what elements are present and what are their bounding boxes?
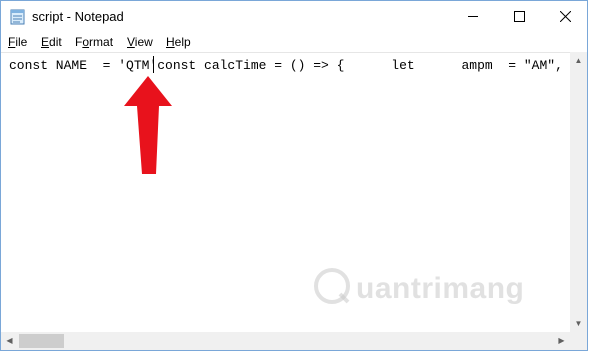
scroll-left-icon[interactable]: ◀ bbox=[1, 332, 18, 349]
minimize-button[interactable] bbox=[450, 1, 496, 32]
vertical-scrollbar[interactable]: ▲ ▼ bbox=[570, 52, 587, 332]
scroll-down-icon[interactable]: ▼ bbox=[570, 315, 587, 332]
close-button[interactable] bbox=[542, 1, 588, 32]
maximize-icon bbox=[513, 11, 525, 22]
red-arrow-annotation bbox=[120, 76, 172, 181]
menu-edit[interactable]: Edit bbox=[41, 35, 62, 49]
close-icon bbox=[559, 11, 571, 22]
watermark-text: uantrimang bbox=[356, 271, 525, 305]
menu-format[interactable]: Format bbox=[75, 35, 113, 49]
watermark-logo-icon bbox=[312, 266, 352, 311]
maximize-button[interactable] bbox=[496, 1, 542, 32]
notepad-icon bbox=[10, 8, 26, 25]
scroll-up-icon[interactable]: ▲ bbox=[570, 52, 587, 69]
scrollbar-corner bbox=[570, 332, 587, 350]
title-bar[interactable]: script - Notepad bbox=[1, 1, 587, 32]
editor-text: const NAME = 'QTM'const calcTime = () =>… bbox=[9, 58, 563, 73]
window-title: script - Notepad bbox=[32, 9, 124, 24]
horizontal-scroll-thumb[interactable] bbox=[19, 334, 64, 348]
text-caret bbox=[153, 56, 154, 73]
menu-help[interactable]: Help bbox=[166, 35, 191, 49]
minimize-icon bbox=[467, 11, 479, 22]
menu-view[interactable]: View bbox=[127, 35, 153, 49]
watermark: uantrimang bbox=[312, 266, 524, 311]
scroll-right-icon[interactable]: ▶ bbox=[553, 332, 570, 349]
menu-file[interactable]: File bbox=[8, 35, 27, 49]
menu-bar: File Edit Format View Help bbox=[1, 32, 587, 52]
horizontal-scrollbar[interactable]: ◀ ▶ bbox=[1, 332, 570, 350]
